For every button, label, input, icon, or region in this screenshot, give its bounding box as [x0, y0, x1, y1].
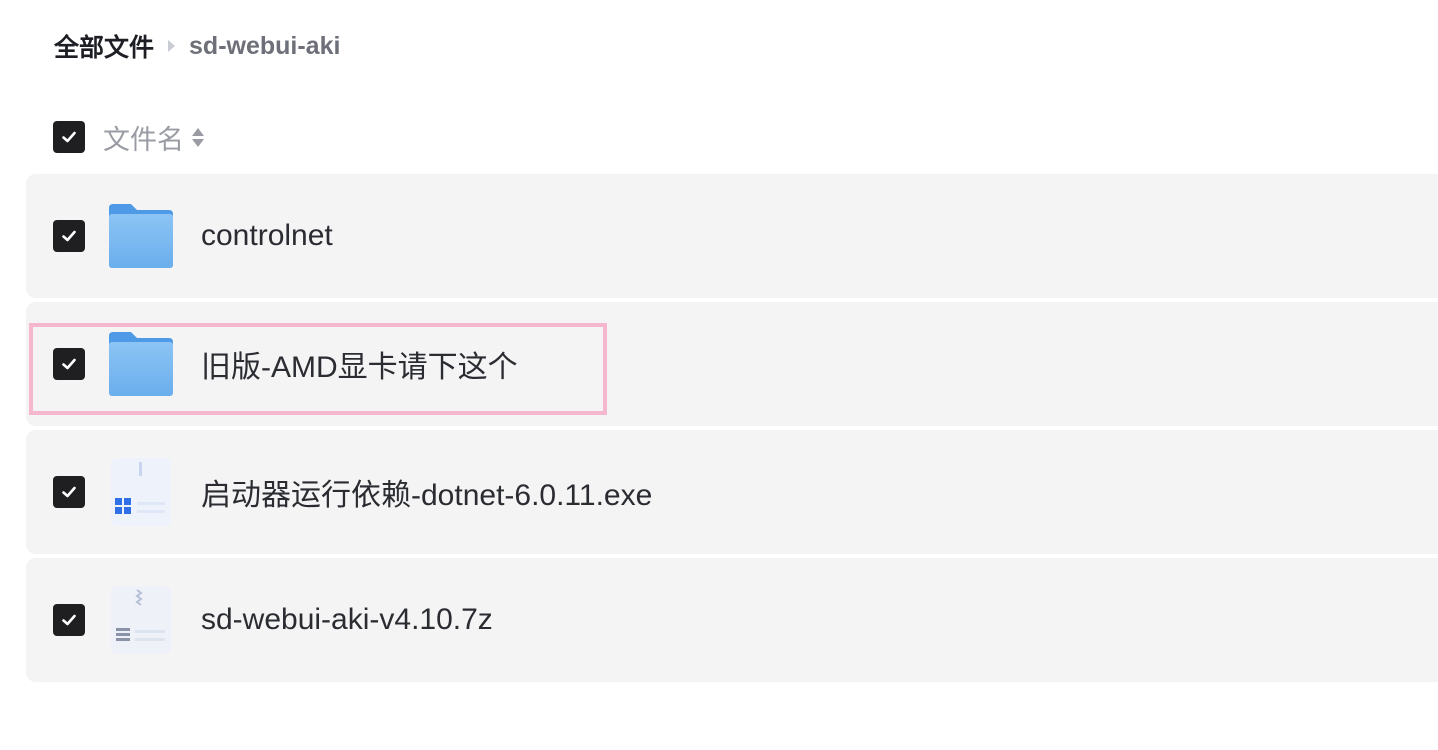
exe-file-icon	[111, 458, 171, 526]
filename-column-header[interactable]: 文件名	[103, 118, 184, 157]
checkmark-icon	[62, 230, 76, 242]
file-name[interactable]: 旧版-AMD显卡请下这个	[201, 342, 518, 386]
archive-file-icon	[111, 586, 171, 654]
sort-icon[interactable]	[192, 127, 204, 147]
file-name[interactable]: 启动器运行依赖-dotnet-6.0.11.exe	[201, 470, 652, 514]
checkmark-icon	[62, 358, 76, 370]
row-checkbox[interactable]	[53, 220, 85, 252]
file-row-amd-legacy[interactable]: 旧版-AMD显卡请下这个	[26, 302, 1438, 426]
folder-icon	[109, 332, 173, 396]
file-row-archive[interactable]: sd-webui-aki-v4.10.7z	[26, 558, 1438, 682]
breadcrumb-root-link[interactable]: 全部文件	[54, 28, 154, 64]
list-header: 文件名	[53, 119, 204, 155]
file-list: controlnet 旧版-AMD显卡请下这个 启动器运行依赖-dotnet-6…	[26, 174, 1438, 686]
breadcrumb-current-folder: sd-webui-aki	[189, 31, 341, 60]
breadcrumb: 全部文件 sd-webui-aki	[54, 28, 340, 64]
file-name[interactable]: sd-webui-aki-v4.10.7z	[201, 603, 493, 637]
breadcrumb-separator-icon	[168, 40, 176, 52]
row-checkbox[interactable]	[53, 348, 85, 380]
checkmark-icon	[62, 614, 76, 626]
file-name[interactable]: controlnet	[201, 219, 333, 253]
row-checkbox[interactable]	[53, 476, 85, 508]
file-row-dotnet-exe[interactable]: 启动器运行依赖-dotnet-6.0.11.exe	[26, 430, 1438, 554]
row-checkbox[interactable]	[53, 604, 85, 636]
checkmark-icon	[62, 486, 76, 498]
select-all-checkbox[interactable]	[53, 121, 85, 153]
checkmark-icon	[62, 131, 76, 143]
folder-icon	[109, 204, 173, 268]
file-row-controlnet[interactable]: controlnet	[26, 174, 1438, 298]
